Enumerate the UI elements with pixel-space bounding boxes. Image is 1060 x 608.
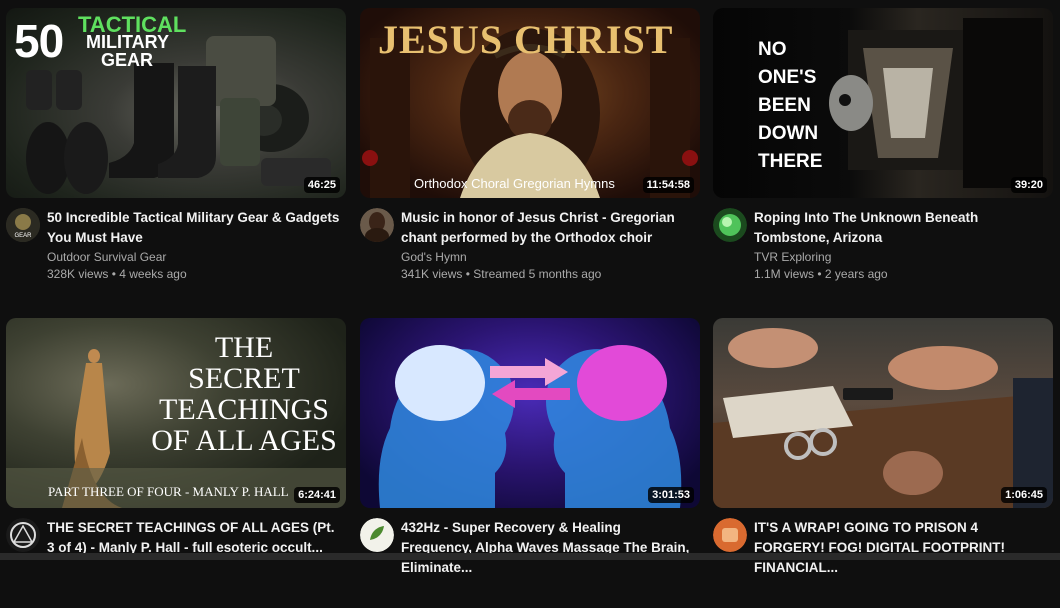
thumbnail-title-text: JESUS CHRIST xyxy=(378,17,674,62)
thumbnail-text-line: TEACHINGS xyxy=(159,393,329,426)
video-meta: THE SECRET TEACHINGS OF ALL AGES (Pt. 3 … xyxy=(6,518,346,608)
channel-avatar[interactable] xyxy=(6,518,40,552)
video-thumbnail[interactable]: 1:06:45 xyxy=(713,318,1053,508)
jesus-portrait-icon xyxy=(360,208,394,242)
thumbnail-text-line: THERE xyxy=(758,151,823,172)
channel-name[interactable]: Outdoor Survival Gear xyxy=(47,250,166,264)
occult-symbol-icon xyxy=(6,518,40,552)
video-title[interactable]: IT'S A WRAP! GOING TO PRISON 4 FORGERY! … xyxy=(754,518,1047,578)
character-avatar-icon xyxy=(713,518,747,552)
thumbnail-text-gear: GEAR xyxy=(101,50,154,70)
video-meta: GEAR 50 Incredible Tactical Military Gea… xyxy=(6,208,346,298)
video-card[interactable]: 50 TACTICAL MILITARY GEAR 46:25 GEAR 50 … xyxy=(6,8,346,298)
taskbar-strip xyxy=(0,553,1060,560)
video-title[interactable]: THE SECRET TEACHINGS OF ALL AGES (Pt. 3 … xyxy=(47,518,340,558)
video-stats: 328K views • 4 weeks ago xyxy=(47,267,187,281)
video-title[interactable]: Music in honor of Jesus Christ - Gregori… xyxy=(401,208,694,248)
video-card[interactable]: THE SECRET TEACHINGS OF ALL AGES PART TH… xyxy=(6,318,346,608)
thumbnail-text-line: THE xyxy=(214,331,274,364)
video-card[interactable]: 1:06:45 IT'S A WRAP! GOING TO PRISON 4 F… xyxy=(713,318,1053,608)
video-grid: 50 TACTICAL MILITARY GEAR 46:25 GEAR 50 … xyxy=(0,0,1060,575)
leaf-logo-icon xyxy=(360,518,394,552)
video-title[interactable]: Roping Into The Unknown Beneath Tombston… xyxy=(754,208,1047,248)
channel-avatar[interactable] xyxy=(713,208,747,242)
video-thumbnail[interactable]: 3:01:53 xyxy=(360,318,700,508)
channel-avatar[interactable] xyxy=(360,208,394,242)
video-title[interactable]: 50 Incredible Tactical Military Gear & G… xyxy=(47,208,340,248)
video-duration: 3:01:53 xyxy=(648,487,694,503)
channel-avatar[interactable]: GEAR xyxy=(6,208,40,242)
video-meta: Music in honor of Jesus Christ - Gregori… xyxy=(360,208,700,298)
thumbnail-text-block: THE SECRET TEACHINGS OF ALL AGES xyxy=(144,332,344,456)
video-thumbnail[interactable]: 50 TACTICAL MILITARY GEAR 46:25 xyxy=(6,8,346,198)
gear-logo-icon: GEAR xyxy=(6,208,40,242)
thumbnail-text-line: SECRET xyxy=(188,362,300,395)
video-duration: 46:25 xyxy=(303,177,340,193)
thumbnail-caption: PART THREE OF FOUR - MANLY P. HALL xyxy=(48,484,289,499)
channel-avatar[interactable] xyxy=(360,518,394,552)
video-stats: 341K views • Streamed 5 months ago xyxy=(401,267,602,281)
thumbnail-text-line: NO xyxy=(758,39,787,60)
channel-avatar[interactable] xyxy=(713,518,747,552)
thumbnail-caption: Orthodox Choral Gregorian Hymns xyxy=(414,176,615,191)
video-duration: 6:24:41 xyxy=(294,487,340,503)
video-meta: Roping Into The Unknown Beneath Tombston… xyxy=(713,208,1053,298)
video-duration: 1:06:45 xyxy=(1001,487,1047,503)
video-thumbnail[interactable]: NO ONE'S BEEN DOWN THERE 39:20 xyxy=(713,8,1053,198)
video-card[interactable]: JESUS CHRIST Orthodox Choral Gregorian H… xyxy=(360,8,700,298)
thumbnail-text-line: DOWN xyxy=(758,123,819,144)
video-meta: IT'S A WRAP! GOING TO PRISON 4 FORGERY! … xyxy=(713,518,1053,608)
video-thumbnail[interactable]: THE SECRET TEACHINGS OF ALL AGES PART TH… xyxy=(6,318,346,508)
video-meta: 432Hz - Super Recovery & Healing Frequen… xyxy=(360,518,700,608)
video-stats: 1.1M views • 2 years ago xyxy=(754,267,888,281)
video-duration: 11:54:58 xyxy=(642,177,694,193)
video-title[interactable]: 432Hz - Super Recovery & Healing Frequen… xyxy=(401,518,694,578)
thumbnail-art xyxy=(378,345,682,508)
thumbnail-text-line: BEEN xyxy=(758,95,811,116)
video-card[interactable]: 3:01:53 432Hz - Super Recovery & Healing… xyxy=(360,318,700,608)
thumbnail-art xyxy=(713,328,1053,508)
svg-text:GEAR: GEAR xyxy=(14,233,32,239)
video-thumbnail[interactable]: JESUS CHRIST Orthodox Choral Gregorian H… xyxy=(360,8,700,198)
thumbnail-number: 50 xyxy=(14,15,64,67)
channel-name[interactable]: TVR Exploring xyxy=(754,250,831,264)
thumbnail-text-line: ONE'S xyxy=(758,67,817,88)
channel-name[interactable]: God's Hymn xyxy=(401,250,467,264)
green-orb-icon xyxy=(713,208,747,242)
video-card[interactable]: NO ONE'S BEEN DOWN THERE 39:20 Roping In… xyxy=(713,8,1053,298)
thumbnail-text-block: NO ONE'S BEEN DOWN THERE xyxy=(758,36,848,176)
thumbnail-text-line: OF ALL AGES xyxy=(151,424,337,457)
video-duration: 39:20 xyxy=(1010,177,1047,193)
